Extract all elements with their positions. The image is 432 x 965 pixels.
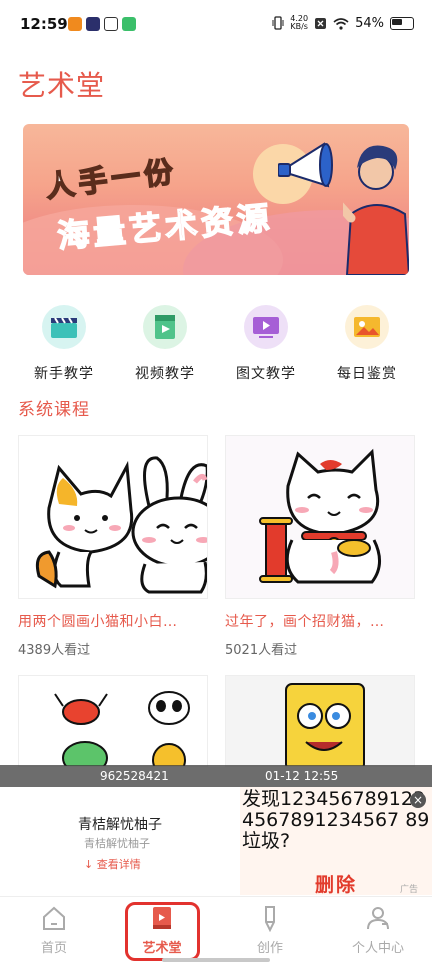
course-card[interactable] bbox=[18, 675, 208, 767]
ad-id: 962528421 bbox=[100, 769, 169, 783]
nav-create[interactable]: 创作 bbox=[216, 903, 324, 956]
quick-entry-video[interactable]: 视频教学 bbox=[115, 305, 215, 383]
course-thumbnail bbox=[225, 675, 415, 767]
lucky-cat-drawing-icon bbox=[259, 448, 381, 584]
download-icon: ↓ bbox=[84, 858, 97, 871]
quick-entry-graphic[interactable]: 图文教学 bbox=[216, 305, 316, 383]
quick-entry-label: 每日鉴赏 bbox=[337, 366, 397, 382]
promo-banner[interactable]: 人手一份 海量艺术资源 bbox=[23, 124, 409, 275]
video-file-icon bbox=[143, 305, 187, 349]
course-views: 5021人看过 bbox=[225, 643, 298, 658]
notification-icons bbox=[68, 17, 136, 31]
ad-image-text: 发现1234567891234567891234567 89垃圾? bbox=[242, 788, 430, 852]
quick-entry-label: 图文教学 bbox=[236, 366, 296, 382]
gesture-home-bar[interactable] bbox=[162, 958, 270, 962]
quick-entry-label: 新手教学 bbox=[34, 366, 94, 382]
picture-icon bbox=[345, 305, 389, 349]
status-bar: 12:59 4.20 KB/s 54% bbox=[0, 0, 432, 52]
profile-icon bbox=[324, 903, 432, 933]
page-title: 艺术堂 bbox=[18, 69, 106, 102]
vibrate-icon bbox=[272, 16, 284, 30]
animals-drawing-icon bbox=[54, 691, 190, 766]
pen-icon bbox=[216, 903, 324, 933]
wifi-icon bbox=[333, 17, 349, 30]
ad-delete-button[interactable]: 删除 bbox=[315, 870, 357, 895]
app-notification-icon bbox=[104, 17, 118, 31]
megaphone-icon bbox=[278, 142, 333, 188]
spongebob-drawing-icon bbox=[285, 683, 365, 766]
quick-entry-row: 新手教学 视频教学 图文教学 每日鉴赏 bbox=[0, 305, 432, 385]
no-sim-icon bbox=[315, 17, 327, 29]
nav-label: 个人中心 bbox=[351, 941, 404, 956]
clapperboard-icon bbox=[42, 305, 86, 349]
nav-label: 首页 bbox=[40, 941, 67, 956]
course-views: 4389人看过 bbox=[18, 643, 91, 658]
status-time: 12:59 bbox=[20, 15, 68, 33]
course-title: 用两个圆画小猫和小白… bbox=[18, 614, 178, 630]
network-speed: 4.20 KB/s bbox=[290, 14, 309, 31]
course-thumbnail bbox=[18, 675, 208, 767]
app-notification-icon bbox=[86, 17, 100, 31]
quick-entry-daily[interactable]: 每日鉴赏 bbox=[317, 305, 417, 383]
ad-app-subtitle: 青桔解忧柚子 bbox=[84, 837, 150, 850]
course-title: 过年了，画个招财猫，… bbox=[225, 614, 385, 630]
ad-info-strip: 962528421 01-12 12:55 bbox=[0, 765, 432, 787]
battery-percent: 54% bbox=[355, 15, 384, 31]
ad-detail-link[interactable]: ↓ 查看详情 bbox=[84, 856, 141, 872]
person-illustration-icon bbox=[343, 145, 409, 275]
close-icon[interactable]: × bbox=[410, 792, 426, 808]
ad-image[interactable]: 发现1234567891234567891234567 89垃圾? 删除 bbox=[240, 787, 432, 895]
app-notification-icon bbox=[122, 17, 136, 31]
nav-label: 创作 bbox=[256, 941, 283, 956]
battery-icon bbox=[390, 16, 414, 30]
course-thumbnail bbox=[18, 435, 208, 599]
course-card[interactable]: 过年了，画个招财猫，… 5021人看过 bbox=[225, 435, 415, 658]
cat-rabbit-drawing-icon bbox=[35, 456, 207, 594]
nav-profile[interactable]: 个人中心 bbox=[324, 903, 432, 956]
banner-headline: 人手一份 bbox=[43, 153, 180, 204]
course-thumbnail bbox=[225, 435, 415, 599]
ad-app-name: 青桔解忧柚子 bbox=[78, 817, 162, 833]
ad-time: 01-12 12:55 bbox=[265, 769, 339, 783]
ad-tag: 广告 bbox=[400, 885, 419, 895]
nav-home[interactable]: 首页 bbox=[0, 903, 108, 956]
course-card[interactable] bbox=[225, 675, 415, 767]
home-icon bbox=[0, 903, 108, 933]
quick-entry-label: 视频教学 bbox=[135, 366, 195, 382]
status-right: 4.20 KB/s 54% bbox=[272, 15, 414, 31]
course-card[interactable]: 用两个圆画小猫和小白… 4389人看过 bbox=[18, 435, 208, 658]
app-notification-icon bbox=[68, 17, 82, 31]
tv-play-icon bbox=[244, 305, 288, 349]
active-tab-highlight bbox=[125, 902, 200, 961]
section-title: 系统课程 bbox=[18, 400, 90, 420]
bottom-nav: 首页 艺术堂 创作 个人中心 bbox=[0, 896, 432, 965]
quick-entry-beginner[interactable]: 新手教学 bbox=[14, 305, 114, 383]
